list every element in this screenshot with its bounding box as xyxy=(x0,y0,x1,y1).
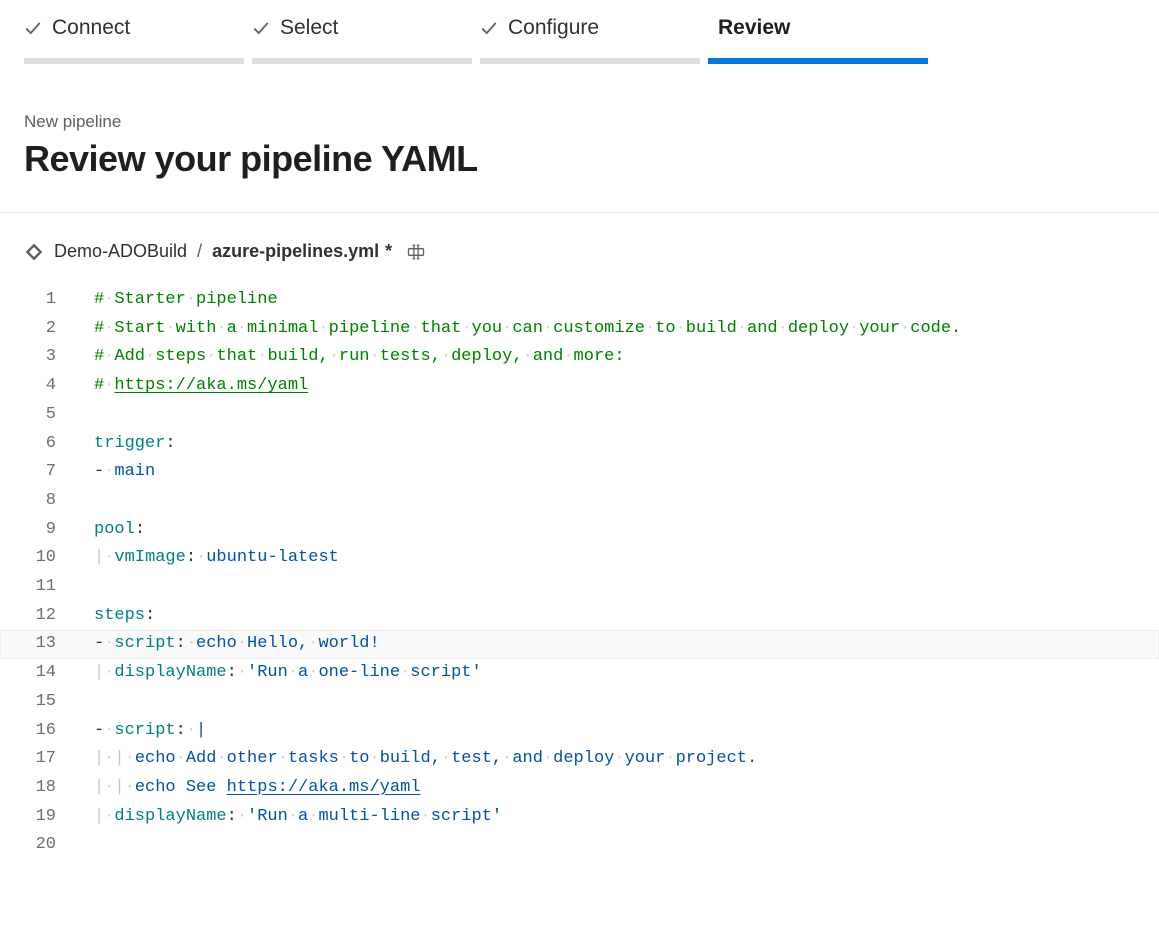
code-line[interactable]: steps: xyxy=(78,602,1159,631)
code-line[interactable]: trigger: xyxy=(78,430,1159,459)
line-number: 10 xyxy=(0,544,78,573)
line-number: 20 xyxy=(0,831,78,860)
line-number: 3 xyxy=(0,343,78,372)
code-line[interactable]: pool: xyxy=(78,516,1159,545)
rename-icon[interactable] xyxy=(406,242,426,262)
step-label: Configure xyxy=(508,16,599,40)
line-number: 15 xyxy=(0,688,78,717)
step-review[interactable]: Review xyxy=(708,16,928,64)
step-progress-bar xyxy=(480,58,700,64)
breadcrumb-separator: / xyxy=(197,241,202,262)
line-number: 7 xyxy=(0,458,78,487)
line-number: 13 xyxy=(0,630,78,659)
line-number: 6 xyxy=(0,430,78,459)
line-number: 19 xyxy=(0,803,78,832)
step-connect[interactable]: Connect xyxy=(24,16,244,64)
page-title: Review your pipeline YAML xyxy=(24,138,1135,180)
line-number: 1 xyxy=(0,286,78,315)
line-number: 18 xyxy=(0,774,78,803)
code-line[interactable]: #·Starter·pipeline xyxy=(78,286,1159,315)
code-line[interactable]: |·displayName:·'Run·a·multi-line·script' xyxy=(78,803,1159,832)
code-line[interactable]: -·main xyxy=(78,458,1159,487)
page-supertitle: New pipeline xyxy=(24,112,1135,132)
code-line[interactable]: #·Add·steps·that·build,·run·tests,·deplo… xyxy=(78,343,1159,372)
step-label: Connect xyxy=(52,16,130,40)
code-line[interactable]: -·script:·echo·Hello,·world! xyxy=(78,630,1159,659)
line-number: 5 xyxy=(0,401,78,430)
code-line[interactable]: -·script:·| xyxy=(78,717,1159,746)
line-number: 11 xyxy=(0,573,78,602)
line-number: 17 xyxy=(0,745,78,774)
step-label: Select xyxy=(280,16,338,40)
checkmark-icon xyxy=(252,19,270,37)
code-line[interactable] xyxy=(78,573,1159,602)
repo-name[interactable]: Demo-ADOBuild xyxy=(54,241,187,262)
yaml-editor[interactable]: 1#·Starter·pipeline 2#·Start·with·a·mini… xyxy=(0,272,1159,890)
code-line[interactable] xyxy=(78,688,1159,717)
step-configure[interactable]: Configure xyxy=(480,16,700,64)
code-line[interactable]: |·|·echo·Add·other·tasks·to·build,·test,… xyxy=(78,745,1159,774)
step-label: Review xyxy=(718,16,790,40)
line-number: 14 xyxy=(0,659,78,688)
line-number: 2 xyxy=(0,315,78,344)
repo-icon xyxy=(24,242,44,262)
step-progress-bar xyxy=(252,58,472,64)
code-line[interactable] xyxy=(78,487,1159,516)
file-breadcrumb: Demo-ADOBuild / azure-pipelines.yml * xyxy=(0,213,1159,272)
code-line[interactable]: |·displayName:·'Run·a·one-line·script' xyxy=(78,659,1159,688)
code-line[interactable] xyxy=(78,401,1159,430)
code-line[interactable]: |·vmImage:·ubuntu-latest xyxy=(78,544,1159,573)
line-number: 12 xyxy=(0,602,78,631)
code-line[interactable] xyxy=(78,831,1159,860)
code-line[interactable]: #·Start·with·a·minimal·pipeline·that·you… xyxy=(78,315,1159,344)
pipeline-stepper: Connect Select Configure Review xyxy=(0,0,1159,64)
step-progress-bar xyxy=(708,58,928,64)
line-number: 8 xyxy=(0,487,78,516)
dirty-indicator: * xyxy=(385,241,392,262)
checkmark-icon xyxy=(24,19,42,37)
line-number: 9 xyxy=(0,516,78,545)
line-number: 16 xyxy=(0,717,78,746)
step-select[interactable]: Select xyxy=(252,16,472,64)
step-progress-bar xyxy=(24,58,244,64)
checkmark-icon xyxy=(480,19,498,37)
code-line[interactable]: #·https://aka.ms/yaml xyxy=(78,372,1159,401)
file-name[interactable]: azure-pipelines.yml xyxy=(212,241,379,262)
line-number: 4 xyxy=(0,372,78,401)
code-line[interactable]: |·|·echo See https://aka.ms/yaml xyxy=(78,774,1159,803)
page-header: New pipeline Review your pipeline YAML xyxy=(0,64,1159,213)
